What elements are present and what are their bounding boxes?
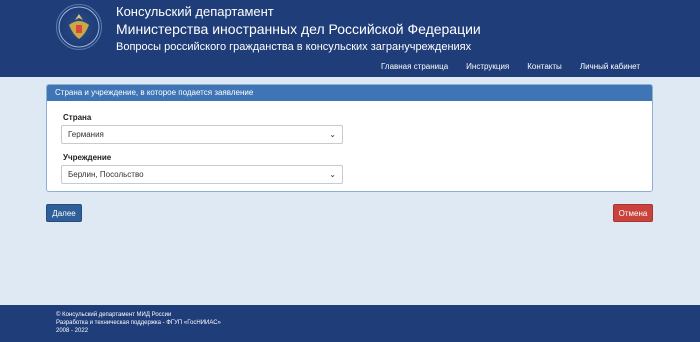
header: Консульский департамент Министерства ино… bbox=[0, 0, 700, 77]
department-title: Консульский департамент bbox=[116, 4, 274, 19]
footer-support: Разработка и техническая поддержка - ФГУ… bbox=[56, 320, 221, 326]
top-nav: Главная страница Инструкция Контакты Лич… bbox=[381, 62, 640, 71]
footer-years: 2008 - 2022 bbox=[56, 328, 89, 334]
nav-home[interactable]: Главная страница bbox=[381, 62, 448, 71]
institution-label: Учреждение bbox=[63, 153, 112, 162]
application-panel: Страна и учреждение, в которое подается … bbox=[46, 84, 653, 192]
site-title: Консульский департамент Министерства ино… bbox=[116, 4, 481, 54]
chevron-down-icon: ⌄ bbox=[329, 170, 336, 179]
country-label: Страна bbox=[63, 113, 92, 122]
institution-value: Берлин, Посольство bbox=[68, 170, 144, 179]
chevron-down-icon: ⌄ bbox=[329, 130, 336, 139]
next-button[interactable]: Далее bbox=[46, 204, 82, 222]
country-value: Германия bbox=[68, 130, 104, 139]
country-select[interactable]: Германия ⌄ bbox=[61, 125, 343, 144]
nav-instructions[interactable]: Инструкция bbox=[466, 62, 509, 71]
nav-account[interactable]: Личный кабинет bbox=[580, 62, 640, 71]
mfa-emblem-icon bbox=[56, 4, 102, 50]
cancel-button[interactable]: Отмена bbox=[613, 204, 653, 222]
nav-contacts[interactable]: Контакты bbox=[527, 62, 562, 71]
ministry-title: Министерства иностранных дел Российской … bbox=[116, 21, 481, 37]
institution-select[interactable]: Берлин, Посольство ⌄ bbox=[61, 165, 343, 184]
service-title: Вопросы российского гражданства в консул… bbox=[116, 41, 472, 53]
panel-title: Страна и учреждение, в которое подается … bbox=[47, 85, 652, 101]
footer: © Консульский департамент МИД России Раз… bbox=[0, 305, 700, 342]
footer-copyright: © Консульский департамент МИД России bbox=[56, 312, 172, 318]
